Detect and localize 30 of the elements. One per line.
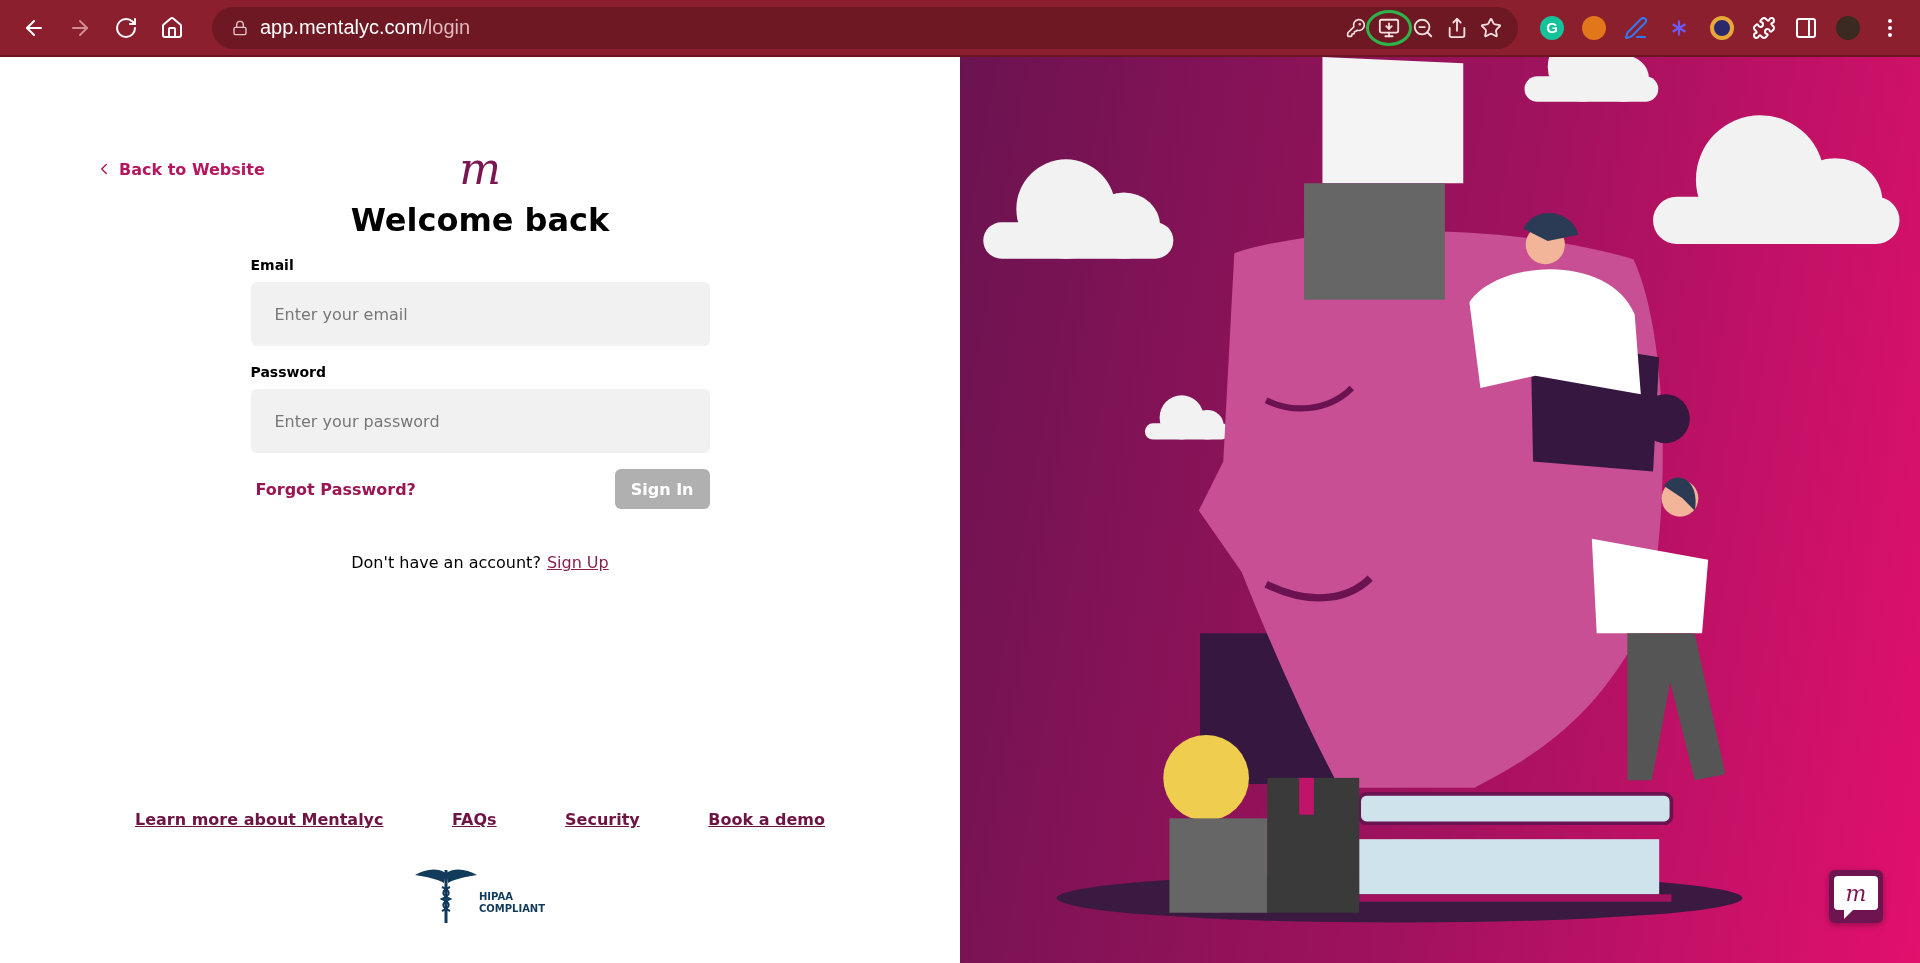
zoom-out-icon[interactable] xyxy=(1412,16,1434,39)
url-text: app.mentalyc.com/login xyxy=(260,16,472,39)
key-icon[interactable] xyxy=(1346,17,1366,38)
logo: m xyxy=(459,147,501,191)
lock-icon xyxy=(232,19,248,36)
address-bar[interactable]: app.mentalyc.com/login xyxy=(212,6,1518,49)
ring-extension-icon[interactable] xyxy=(1710,15,1734,40)
puzzle-icon[interactable] xyxy=(1752,15,1776,40)
input-field[interactable]: Enter your password xyxy=(250,389,710,453)
footer-link[interactable]: FAQs xyxy=(452,810,497,829)
footer-link[interactable]: Learn more about Mentalyc xyxy=(135,810,384,829)
signup-prompt: Don't have an account? Sign Up xyxy=(351,553,609,572)
share-icon[interactable] xyxy=(1446,16,1468,39)
sign-up-link[interactable]: Sign Up xyxy=(546,553,609,572)
home-icon[interactable] xyxy=(160,15,184,40)
input-field[interactable]: Enter your email xyxy=(250,282,710,346)
install-icon[interactable] xyxy=(1378,16,1400,39)
footer-link[interactable]: Book a demo xyxy=(708,810,825,829)
reload-icon[interactable] xyxy=(114,15,138,40)
field-label: Password xyxy=(250,364,327,380)
footer-link[interactable]: Security xyxy=(565,810,640,829)
page-title: Welcome back xyxy=(350,201,610,239)
field-label: Email xyxy=(250,257,295,273)
hipaa-compliant-label: HIPAA COMPLIANT xyxy=(478,891,546,915)
side-panel-icon[interactable] xyxy=(1794,15,1818,40)
star-icon[interactable] xyxy=(1480,16,1502,39)
forgot-password-link[interactable]: Forgot Password? xyxy=(255,479,416,499)
back-to-website-link[interactable]: Back to Website xyxy=(95,159,265,179)
chat-button[interactable]: m xyxy=(1829,870,1883,923)
highlight-circle xyxy=(1366,9,1412,46)
